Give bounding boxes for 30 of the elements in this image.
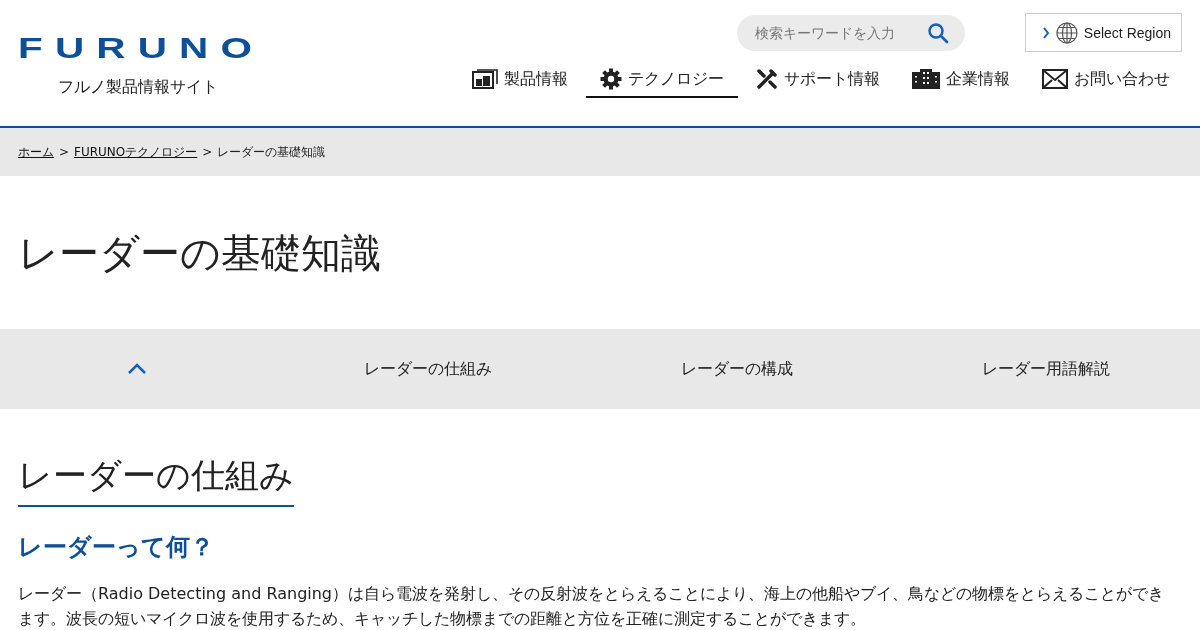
globe-icon xyxy=(1055,21,1078,44)
product-display-icon xyxy=(472,69,498,89)
nav-tab[interactable]: サポート情報 xyxy=(742,68,894,98)
envelope-icon xyxy=(1042,69,1068,89)
chevron-right-icon xyxy=(1041,26,1050,39)
nav-tab[interactable]: 企業情報 xyxy=(898,68,1024,98)
breadcrumb-separator: > xyxy=(59,145,70,159)
body-paragraph: レーダー（Radio Detecting and Ranging）は自ら電波を発射し、その反射波をとらえることにより、海上の他船やブイ、鳥などの物標をとらえることができます。波長の短いマイクロ波を使用するため、キャッチした物標までの距離と方位を正確に測定することができます。 xyxy=(18,583,1166,630)
anchor-link[interactable]: レーダーの構成 xyxy=(680,358,793,380)
breadcrumb-current: レーダーの基礎知識 xyxy=(217,143,326,161)
select-region-button[interactable]: Select Region xyxy=(1024,13,1182,52)
anchor-link[interactable]: レーダー用語解説 xyxy=(981,358,1110,380)
search-icon[interactable] xyxy=(926,21,949,44)
tools-icon xyxy=(756,68,778,90)
search-field[interactable]: 検索キーワードを入力 xyxy=(736,14,965,51)
site-name: フルノ製品情報サイト xyxy=(58,77,218,98)
anchor-link[interactable]: レーダーの仕組み xyxy=(363,358,492,380)
section-heading: レーダーの仕組み xyxy=(18,453,294,507)
gear-icon xyxy=(600,68,622,90)
breadcrumb-link[interactable]: FURUNOテクノロジー xyxy=(74,143,198,161)
nav-tab[interactable]: テクノロジー xyxy=(586,68,738,98)
section-subheading: レーダーって何？ xyxy=(18,532,215,563)
nav-tab[interactable]: お問い合わせ xyxy=(1028,68,1184,98)
breadcrumb-link[interactable]: ホーム xyxy=(18,143,54,161)
nav-tab[interactable]: 製品情報 xyxy=(458,68,582,98)
chevron-up-icon[interactable] xyxy=(126,363,147,375)
breadcrumb-separator: > xyxy=(202,145,213,159)
furuno-logo[interactable]: FURUNO xyxy=(18,35,261,61)
building-icon xyxy=(912,69,940,89)
page-title: レーダーの基礎知識 xyxy=(17,229,382,278)
